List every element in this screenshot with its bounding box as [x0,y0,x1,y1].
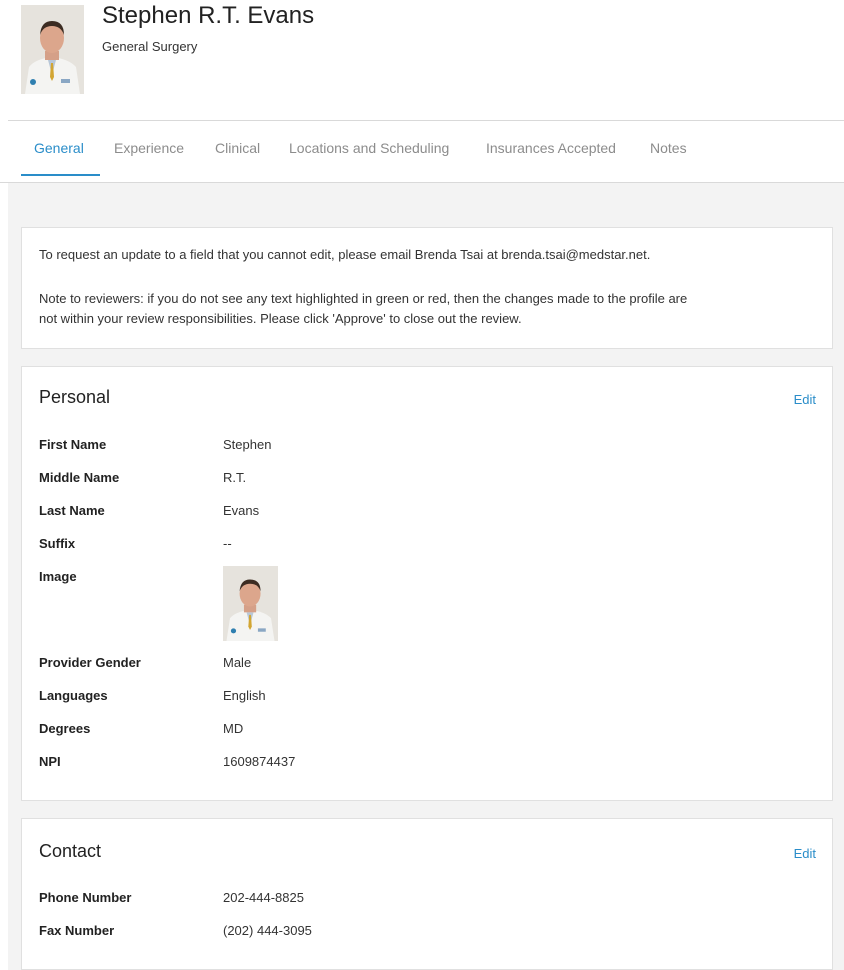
languages-value: English [223,688,266,703]
tab-locations-and-scheduling[interactable]: Locations and Scheduling [289,140,449,156]
fax-value: (202) 444-3095 [223,923,312,938]
notice-text-3: not within your review responsibilities.… [39,311,522,326]
personal-edit-link[interactable]: Edit [794,392,816,407]
avatar [21,5,84,94]
notice-text-2: Note to reviewers: if you do not see any… [39,291,688,306]
languages-label: Languages [39,688,108,703]
contact-edit-link[interactable]: Edit [794,846,816,861]
tab-experience[interactable]: Experience [114,140,184,156]
last-name-value: Evans [223,503,260,518]
active-tab-indicator [21,174,100,176]
phone-label: Phone Number [39,890,132,905]
image-label: Image [39,569,77,584]
npi-label: NPI [39,754,61,769]
npi-value: 1609874437 [223,754,296,769]
main-content: To request an update to a field that you… [8,183,844,970]
profile-header: Stephen R.T. Evans General Surgery [0,0,844,121]
suffix-label: Suffix [39,536,76,551]
gender-value: Male [223,655,252,670]
degrees-value: MD [223,721,244,736]
notice-card: To request an update to a field that you… [21,227,833,349]
gender-label: Provider Gender [39,655,141,670]
fax-label: Fax Number [39,923,115,938]
tab-clinical[interactable]: Clinical [215,140,260,156]
degrees-label: Degrees [39,721,91,736]
provider-image [223,566,278,641]
middle-name-value: R.T. [223,470,247,485]
tab-insurances-accepted[interactable]: Insurances Accepted [486,140,616,156]
first-name-value: Stephen [223,437,272,452]
last-name-label: Last Name [39,503,105,518]
contact-card: Contact Edit Phone Number 202-444-8825 F… [21,818,833,970]
provider-specialty: General Surgery [102,39,198,54]
tab-general[interactable]: General [34,140,84,156]
provider-name: Stephen R.T. Evans [102,2,315,29]
phone-value: 202-444-8825 [223,890,304,905]
first-name-label: First Name [39,437,107,452]
middle-name-label: Middle Name [39,470,120,485]
notice-text-1: To request an update to a field that you… [39,247,651,262]
suffix-value: -- [223,536,232,551]
personal-title: Personal [39,387,111,407]
contact-title: Contact [39,841,102,861]
tab-bar: General Experience Clinical Locations an… [8,121,844,183]
personal-card: Personal Edit First Name Stephen Middle … [21,366,833,801]
tab-notes[interactable]: Notes [650,140,687,156]
